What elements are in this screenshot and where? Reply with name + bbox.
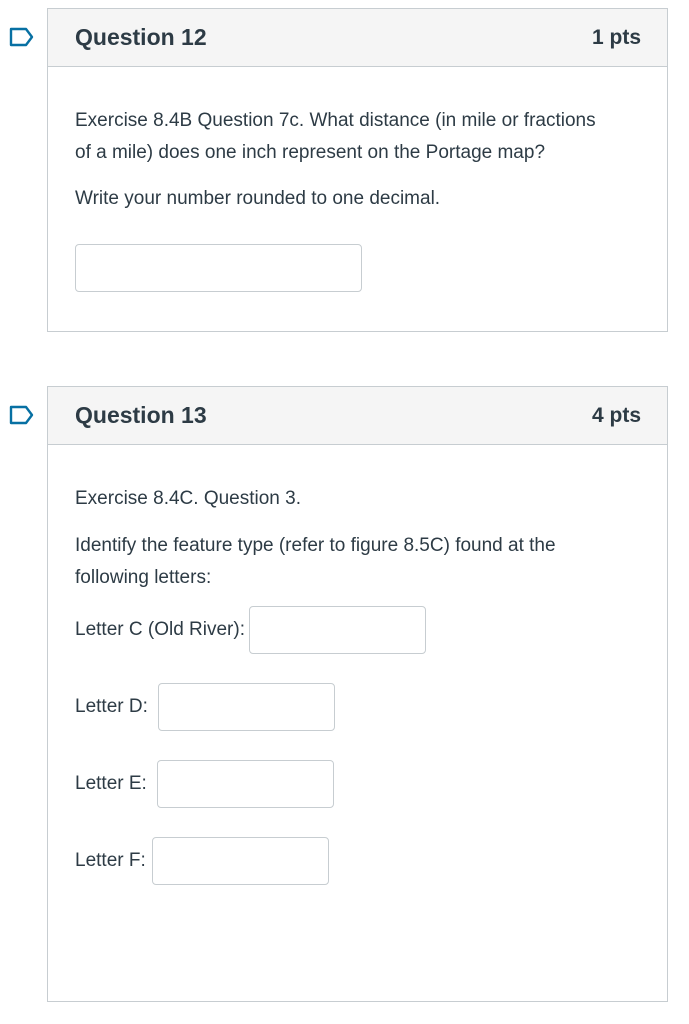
blank-input-f[interactable] [151,837,329,885]
blank-input-d[interactable] [157,683,335,731]
blank-label: Letter F: [75,850,146,871]
question-body: Exercise 8.4B Question 7c. What distance… [48,67,667,215]
answer-input[interactable] [75,244,362,292]
blank-row-e: Letter E: [75,760,334,808]
question-title: Question 12 [75,24,207,50]
blank-input-e[interactable] [156,760,334,808]
question-prompt-line: of a mile) does one inch represent on th… [75,142,546,163]
bookmark-flag-icon[interactable] [9,27,35,47]
blank-label: Letter E: [75,773,147,794]
bookmark-flag-icon[interactable] [9,405,35,425]
question-body: Exercise 8.4C. Question 3. Identify the … [48,445,667,594]
blank-input-c[interactable] [248,606,426,654]
question-prompt-line: Exercise 8.4B Question 7c. What distance… [75,110,596,131]
question-points: 4 pts [591,403,641,427]
question-instruction: Write your number rounded to one decimal… [75,188,441,209]
question-title: Question 13 [75,402,207,428]
blank-row-c: Letter C (Old River): [75,606,426,654]
blank-label: Letter C (Old River): [75,619,245,640]
question-prompt-line: Exercise 8.4C. Question 3. [75,488,301,509]
blank-label: Letter D: [75,696,148,717]
question-header: Question 13 4 pts [48,387,667,445]
blank-row-d: Letter D: [75,683,335,731]
quiz-page: Question 12 1 pts Exercise 8.4B Question… [0,0,689,1024]
question-header: Question 12 1 pts [48,9,667,67]
question-prompt-line: following letters: [75,567,212,588]
question-points: 1 pts [591,25,641,49]
question-12: Question 12 1 pts Exercise 8.4B Question… [9,8,668,332]
blank-row-f: Letter F: [75,837,329,885]
question-13: Question 13 4 pts Exercise 8.4C. Questio… [9,386,668,1002]
question-prompt-line: Identify the feature type (refer to figu… [75,535,556,556]
